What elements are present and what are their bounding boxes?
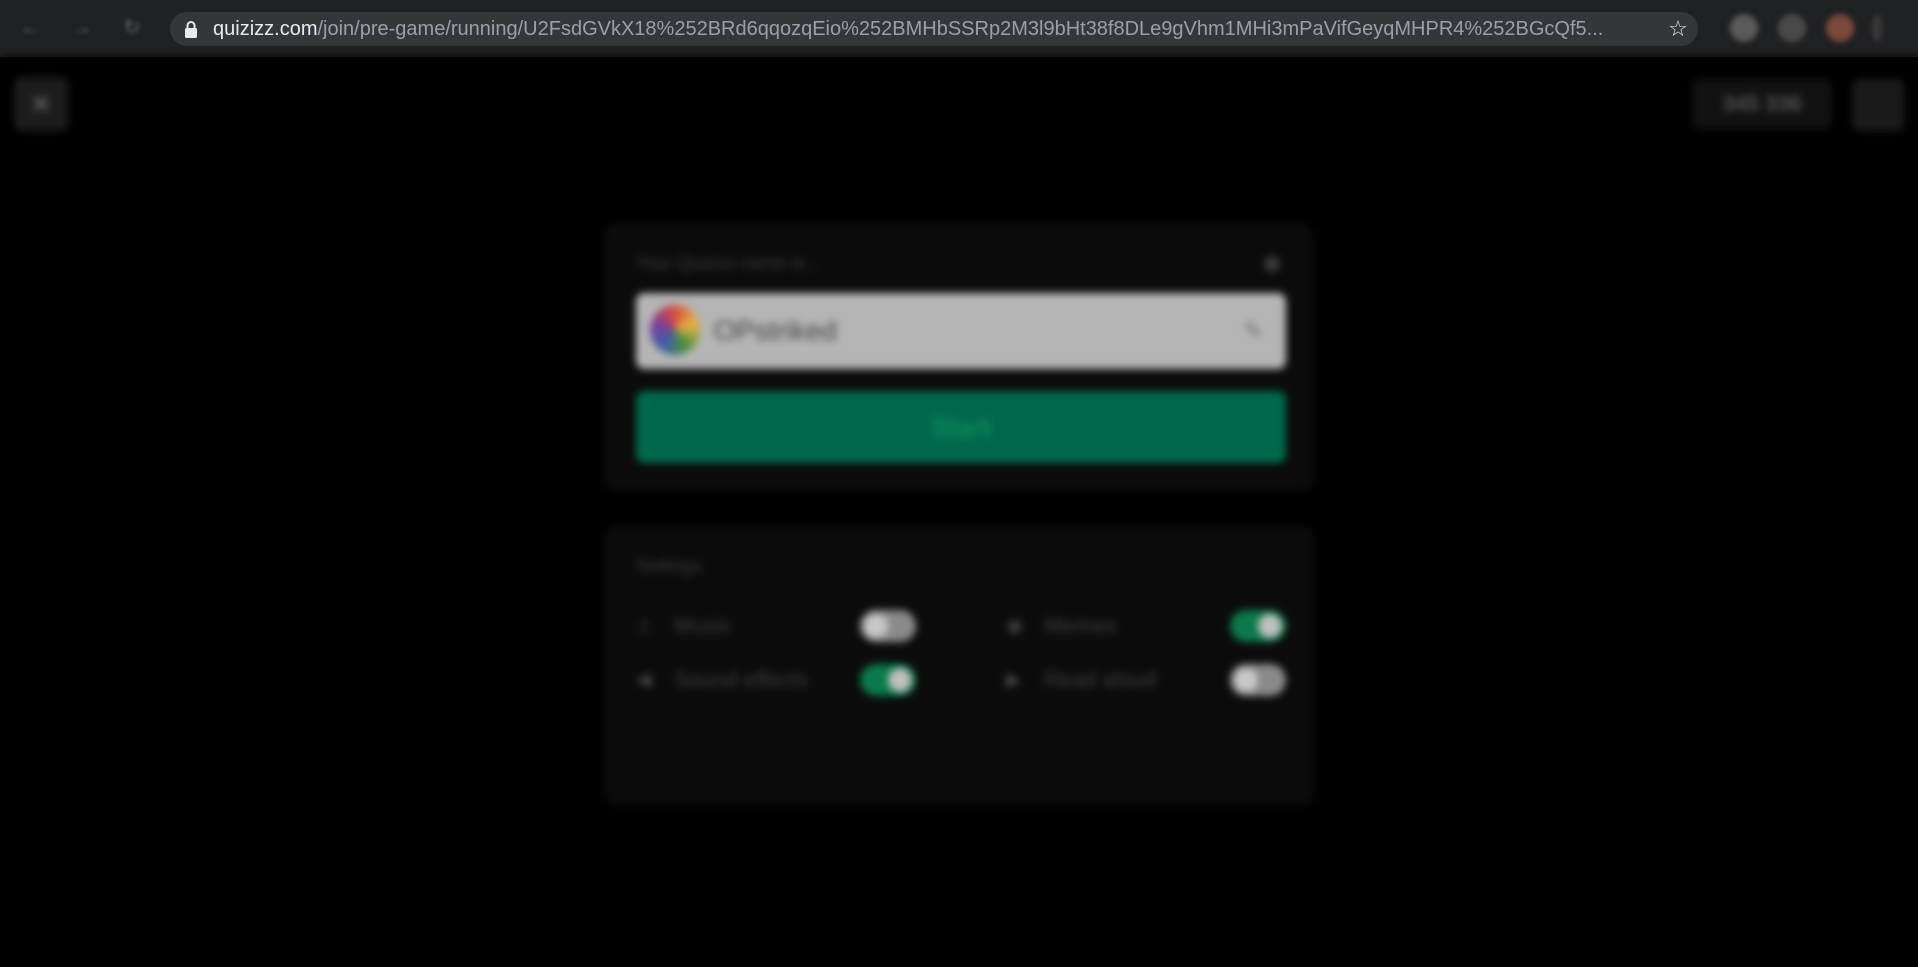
- extension-icon[interactable]: [1730, 14, 1758, 42]
- settings-title: Settings: [636, 556, 702, 576]
- reload-icon[interactable]: ↻: [116, 12, 148, 44]
- lock-icon: [185, 21, 197, 38]
- star-icon[interactable]: ☆: [1664, 15, 1692, 43]
- forward-icon[interactable]: →: [66, 12, 98, 44]
- name-card: Your Quizizz name is... OPstriked ✎ Star…: [604, 223, 1314, 491]
- start-button[interactable]: Start: [636, 391, 1286, 463]
- memes-icon: ◉: [1006, 615, 1024, 637]
- url-text[interactable]: quizizz.com/join/pre-game/running/U2FsdG…: [213, 12, 1633, 46]
- extension-icon[interactable]: [1778, 14, 1806, 42]
- speaker-icon: ◀: [636, 669, 652, 691]
- read-aloud-toggle[interactable]: [1230, 664, 1286, 696]
- setting-sound-effects: ◀ Sound effects: [636, 660, 926, 700]
- setting-music: ♫ Music: [636, 606, 926, 646]
- url-path: /join/pre-game/running/U2FsdGVkX18%252BR…: [317, 18, 1604, 40]
- edit-icon[interactable]: ✎: [1244, 319, 1268, 343]
- music-toggle[interactable]: [860, 610, 916, 642]
- avatar: [650, 305, 700, 355]
- info-icon[interactable]: [1264, 256, 1280, 272]
- setting-label: Read aloud: [1044, 667, 1157, 692]
- setting-label: Music: [674, 613, 732, 638]
- settings-card: Settings ♫ Music ◉ Memes ◀ Sound effects…: [604, 526, 1314, 806]
- setting-memes: ◉ Memes: [1006, 606, 1296, 646]
- game-code: 345 336: [1692, 79, 1832, 129]
- back-icon[interactable]: ←: [14, 12, 46, 44]
- browser-toolbar: ← → ↻ quizizz.com/join/pre-game/running/…: [0, 0, 1918, 57]
- setting-read-aloud: ▶ Read aloud: [1006, 660, 1296, 700]
- close-icon[interactable]: ×: [14, 77, 68, 131]
- profile-avatar[interactable]: [1826, 14, 1854, 42]
- setting-label: Memes: [1044, 613, 1117, 638]
- address-bar[interactable]: quizizz.com/join/pre-game/running/U2FsdG…: [170, 12, 1698, 46]
- url-host: quizizz.com: [213, 18, 318, 40]
- read-aloud-icon: ▶: [1006, 669, 1022, 691]
- music-icon: ♫: [636, 615, 651, 637]
- player-name-field[interactable]: OPstriked ✎: [636, 293, 1286, 369]
- name-prompt: Your Quizizz name is...: [636, 253, 820, 273]
- sound-effects-toggle[interactable]: [860, 664, 916, 696]
- player-name: OPstriked: [714, 315, 837, 346]
- setting-label: Sound effects: [674, 667, 809, 692]
- menu-icon[interactable]: [1852, 79, 1904, 131]
- quiz-pregame-page: × 345 336 Your Quizizz name is... OPstri…: [0, 57, 1918, 967]
- memes-toggle[interactable]: [1230, 610, 1286, 642]
- browser-menu-icon[interactable]: [1872, 14, 1882, 42]
